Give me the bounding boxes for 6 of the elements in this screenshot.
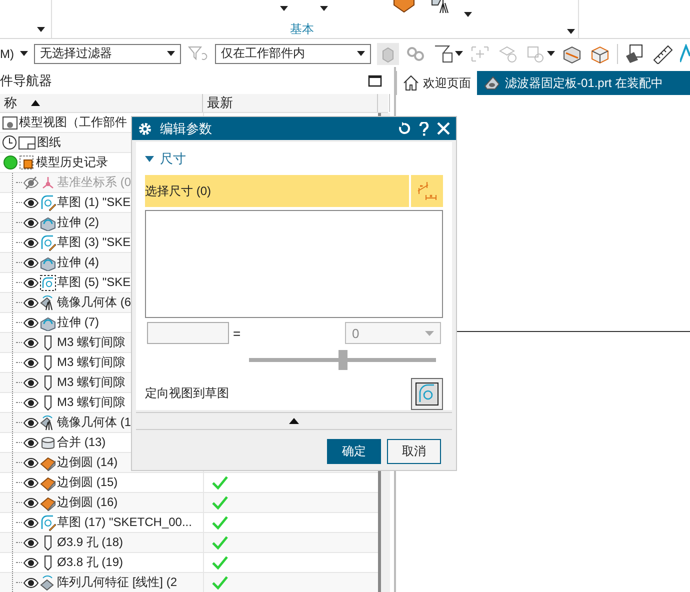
equals-sign: = <box>233 326 242 341</box>
mode-text: M) <box>0 46 14 60</box>
orient-view-label: 定向视图到草图 <box>145 385 229 402</box>
panel-title: 件导航器 <box>0 72 52 90</box>
group-label: 基本 <box>290 21 314 38</box>
dialog-title: 编辑参数 <box>160 120 213 138</box>
